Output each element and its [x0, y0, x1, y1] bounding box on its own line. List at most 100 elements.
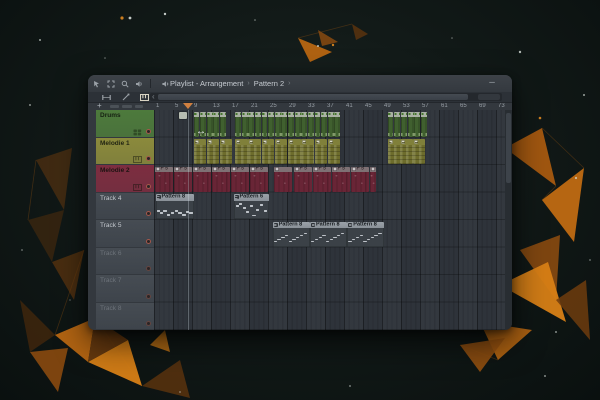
clip-menu-icon[interactable]	[294, 167, 299, 172]
clip-header[interactable]	[261, 111, 268, 117]
mini-option-label[interactable]	[110, 105, 119, 108]
grab-cursor-icon[interactable]	[91, 78, 102, 89]
clip-header[interactable]	[193, 111, 200, 117]
track-header-melodie-2[interactable]: Melodie 2	[96, 165, 154, 193]
clip-menu-icon[interactable]	[414, 140, 419, 144]
melodie2-pattern-clip[interactable]: P 5	[350, 166, 369, 192]
clip-menu-icon[interactable]	[231, 167, 236, 172]
clip-header[interactable]: P 5	[312, 166, 331, 172]
clip-header[interactable]: P 5	[230, 166, 249, 172]
mini-option-label[interactable]	[122, 105, 132, 108]
drum-pattern-clip[interactable]	[307, 111, 314, 137]
clip-header[interactable]: Pattern 8	[310, 221, 347, 228]
record-arm-dot[interactable]	[146, 238, 151, 244]
clip-header[interactable]: Pattern 8	[272, 221, 310, 228]
drum-pattern-clip[interactable]	[321, 111, 328, 137]
clip-header[interactable]	[281, 111, 288, 117]
clip-menu-icon[interactable]	[311, 222, 315, 227]
melodie1-pattern-clip[interactable]	[301, 139, 314, 164]
clip-header[interactable]	[307, 111, 314, 117]
clip-header[interactable]	[213, 111, 220, 117]
clip-header[interactable]	[193, 139, 206, 145]
clip-header[interactable]: P 5	[173, 166, 192, 172]
clip-header[interactable]	[235, 111, 241, 117]
melodie2-pattern-clip[interactable]: P 5	[211, 166, 230, 192]
horizontal-scrollbar-end[interactable]	[478, 94, 500, 100]
clip-header[interactable]	[414, 111, 421, 117]
melodie2-pattern-clip[interactable]: P 5	[154, 166, 173, 192]
clip-header[interactable]	[314, 139, 328, 145]
clip-menu-icon[interactable]	[328, 140, 333, 144]
record-arm-dot[interactable]	[146, 183, 151, 189]
clip-header[interactable]	[241, 111, 248, 117]
drum-pattern-clip[interactable]	[394, 111, 400, 137]
melodie1-pattern-clip[interactable]	[235, 139, 248, 164]
track-header-drums[interactable]: Drums	[96, 110, 154, 138]
melodie2-pattern-clip[interactable]	[273, 166, 292, 192]
pattern-clip[interactable]: Pattern 8	[272, 221, 310, 247]
clip-menu-icon[interactable]	[313, 167, 318, 172]
drum-pattern-clip[interactable]	[241, 111, 248, 137]
track-header-melodie-1[interactable]: Melodie 1	[96, 137, 154, 166]
clip-menu-icon[interactable]	[401, 140, 406, 144]
clip-header[interactable]	[294, 111, 301, 117]
clip-header[interactable]	[407, 111, 414, 117]
clip-menu-icon[interactable]	[156, 195, 161, 200]
track-header-track-4[interactable]: Track 4	[96, 192, 154, 221]
clip-header[interactable]	[268, 111, 275, 117]
clip-header[interactable]	[206, 139, 219, 145]
clip-header[interactable]	[400, 111, 407, 117]
clip-stub[interactable]	[178, 111, 187, 119]
timeline-ruler[interactable]: 1 5 9 13 17 21 25 29 33 37 41 45 49 53 57 61 65 69 73	[154, 103, 505, 110]
drum-pattern-clip[interactable]	[288, 111, 294, 137]
track-header-track-5[interactable]: Track 5	[96, 220, 154, 248]
clip-header[interactable]	[261, 139, 275, 145]
record-arm-dot[interactable]	[146, 266, 151, 271]
clip-header[interactable]: P 5	[192, 166, 211, 172]
melodie2-pattern-clip[interactable]: P 5	[312, 166, 331, 192]
clip-header[interactable]: Pattern 6	[233, 194, 269, 201]
drum-pattern-clip[interactable]	[206, 111, 213, 137]
melodie1-pattern-clip[interactable]	[413, 139, 426, 164]
clip-header[interactable]	[321, 111, 328, 117]
drum-pattern-clip[interactable]	[334, 111, 341, 137]
drum-pattern-clip[interactable]	[281, 111, 288, 137]
clip-header[interactable]: P 5	[249, 166, 268, 172]
clip-header[interactable]: P 5	[211, 166, 230, 172]
melodie2-pattern-clip[interactable]: P 5	[230, 166, 249, 192]
clip-menu-icon[interactable]	[351, 167, 356, 172]
melodie1-pattern-clip[interactable]	[193, 139, 206, 164]
clip-menu-icon[interactable]	[289, 140, 293, 144]
melodie2-pattern-clip[interactable]	[369, 166, 377, 192]
clip-menu-icon[interactable]	[388, 140, 393, 144]
clip-menu-icon[interactable]	[275, 140, 280, 144]
clip-menu-icon[interactable]	[274, 167, 279, 172]
clip-header[interactable]: P 5	[350, 166, 369, 172]
clip-header[interactable]: P 5	[293, 166, 312, 172]
drum-pattern-clip[interactable]	[235, 111, 241, 137]
drum-pattern-clip[interactable]	[213, 111, 220, 137]
drum-pattern-clip[interactable]	[400, 111, 407, 137]
drum-pattern-clip[interactable]	[294, 111, 301, 137]
melodie1-pattern-clip[interactable]	[387, 139, 400, 164]
clip-header[interactable]	[387, 111, 394, 117]
melodie1-pattern-clip[interactable]	[274, 139, 288, 164]
clip-header[interactable]	[248, 111, 255, 117]
playlist-grid[interactable]: P 5 P 5 P 5 P 5 P 5 P 5 P 5 P 5 P 5 P 5 Pattern 8 P…	[154, 110, 505, 330]
record-arm-dot[interactable]	[146, 156, 151, 161]
clip-header[interactable]	[369, 166, 377, 172]
melodie2-pattern-clip[interactable]: P 5	[192, 166, 211, 192]
melodie2-pattern-clip[interactable]: P 5	[173, 166, 192, 192]
clip-header[interactable]	[327, 139, 341, 145]
clip-header[interactable]	[219, 139, 232, 145]
mini-option-label[interactable]	[135, 105, 143, 108]
clip-menu-icon[interactable]	[155, 167, 160, 172]
clip-menu-icon[interactable]	[332, 167, 337, 172]
vertical-scrollbar-thumb[interactable]	[506, 113, 511, 183]
drum-pattern-clip[interactable]	[421, 111, 427, 137]
clip-menu-icon[interactable]	[234, 195, 239, 200]
clip-header[interactable]	[219, 111, 226, 117]
melodie1-pattern-clip[interactable]	[288, 139, 301, 164]
clip-menu-icon[interactable]	[174, 167, 179, 172]
record-arm-dot[interactable]	[146, 321, 151, 326]
